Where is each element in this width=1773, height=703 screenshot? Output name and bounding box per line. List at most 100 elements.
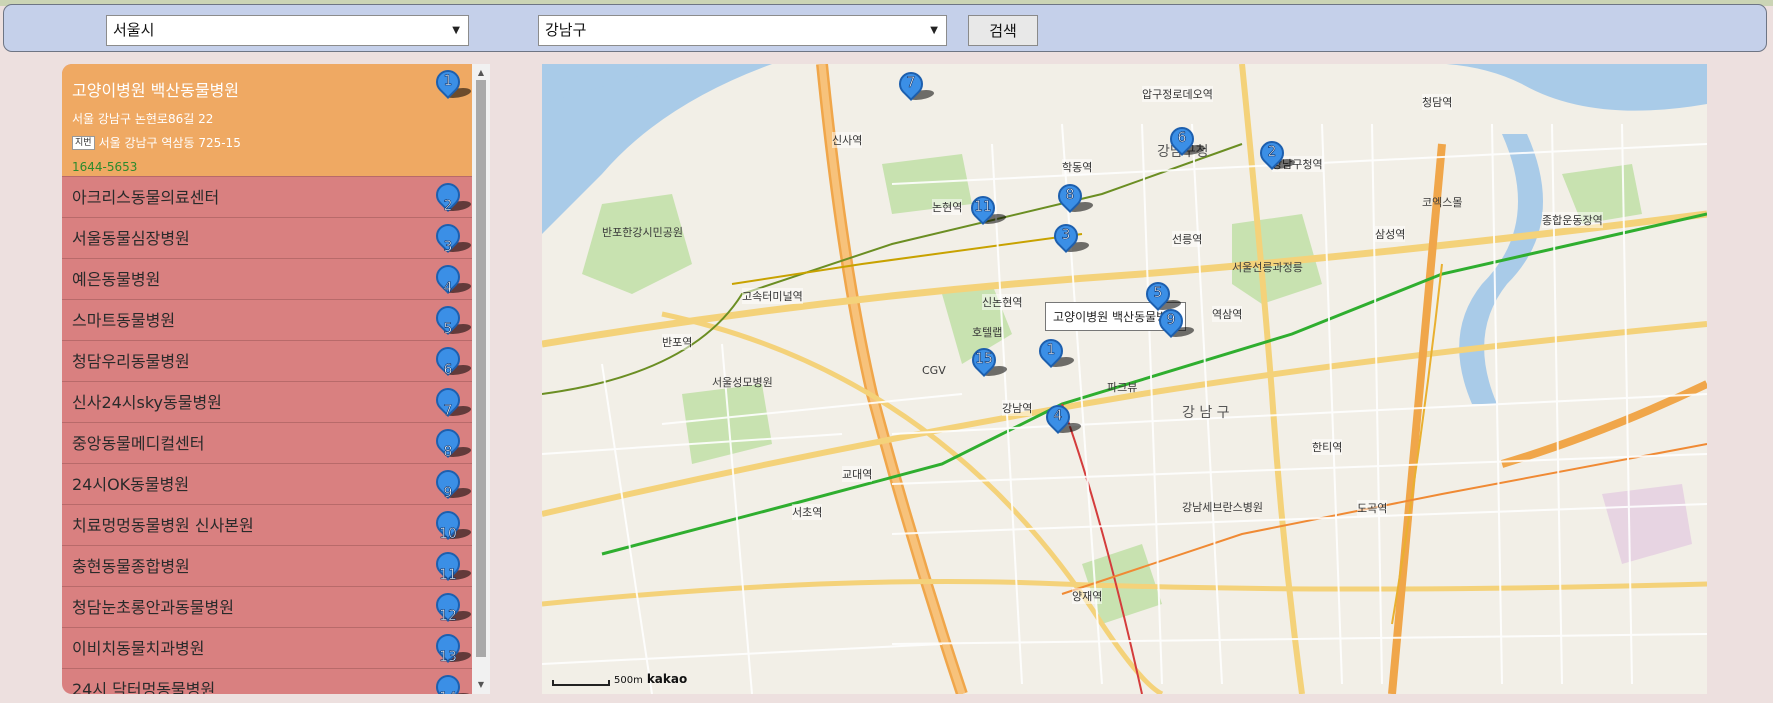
list-item[interactable]: 신사24시sky동물병원 7 (62, 382, 472, 423)
marker-pin-icon: 5 (431, 301, 472, 346)
map-label: 서울성모병원 (712, 376, 773, 389)
scale-label: 500m (614, 675, 643, 686)
map-label: 강남세브란스병원 (1182, 501, 1263, 514)
hospital-name: 서울동물심장병원 (72, 229, 190, 248)
marker-pin-icon: 4 (431, 260, 472, 305)
list-item[interactable]: 청담눈초롱안과동물병원 12 (62, 587, 472, 628)
search-bar: 서울시 ▼ 강남구 ▼ 검색 (3, 4, 1767, 52)
map-marker-pin-icon[interactable]: 2 (1255, 136, 1299, 181)
list-item-selected[interactable]: 고양이병원 백산동물병원 서울 강남구 논현로86길 22 지번 서울 강남구 … (62, 64, 472, 177)
map-label: 압구정로데오역 (1142, 86, 1213, 102)
list-item[interactable]: 24시 닥터멍동물병원 14 (62, 669, 472, 694)
jibun-badge: 지번 (72, 135, 95, 150)
hospital-name: 신사24시sky동물병원 (72, 393, 222, 412)
city-select-value: 서울시 (113, 21, 155, 39)
marker-pin-icon: 10 (431, 506, 472, 551)
scroll-up-arrow-icon[interactable]: ▲ (472, 66, 490, 80)
map-label: 논현역 (932, 199, 963, 215)
hospital-name: 스마트동물병원 (72, 311, 176, 330)
marker-pin-icon: 1 (431, 65, 472, 110)
hospital-name: 중앙동물메디컬센터 (72, 434, 205, 453)
map-marker-pin-icon[interactable]: 11 (966, 191, 1010, 236)
map-marker-pin-icon[interactable]: 4 (1041, 400, 1085, 445)
map-label: 종합운동장역 (1542, 212, 1603, 228)
result-list-panel: 고양이병원 백산동물병원 서울 강남구 논현로86길 22 지번 서울 강남구 … (62, 64, 490, 694)
marker-pin-icon: 14 (431, 670, 472, 694)
map-scale: 500m kakao (552, 672, 687, 686)
map-label: 파크뷰 (1107, 381, 1138, 394)
scroll-down-arrow-icon[interactable]: ▼ (472, 678, 490, 692)
map-label: 강남역 (1002, 400, 1033, 416)
list-item[interactable]: 예은동물병원 4 (62, 259, 472, 300)
search-button[interactable]: 검색 (968, 15, 1038, 46)
hospital-name: 24시OK동물병원 (72, 475, 190, 494)
list-item[interactable]: 24시OK동물병원 9 (62, 464, 472, 505)
hospital-name: 이비치동물치과병원 (72, 639, 205, 658)
list-item[interactable]: 이비치동물치과병원 13 (62, 628, 472, 669)
map-view[interactable]: 강남구청 강 남 구 강남역 역삼역 신사역 논현역 학동역 강남구청역 선릉역… (542, 64, 1707, 694)
list-item[interactable]: 치료멍멍동물병원 신사본원 10 (62, 505, 472, 546)
map-label: 서울선릉과정릉 (1232, 261, 1303, 274)
map-marker-pin-icon[interactable]: 1 (1034, 334, 1078, 379)
jibun-address-row: 지번 서울 강남구 역삼동 725-15 (72, 134, 472, 151)
map-label: 반포한강시민공원 (602, 226, 683, 239)
map-label: 교대역 (842, 466, 873, 482)
hospital-name: 청담눈초롱안과동물병원 (72, 598, 234, 617)
marker-pin-icon: 3 (431, 219, 472, 264)
list-item[interactable]: 청담우리동물병원 6 (62, 341, 472, 382)
map-label: 코엑스몰 (1422, 196, 1463, 209)
scale-bar (552, 680, 610, 686)
jibun-address: 서울 강남구 역삼동 725-15 (98, 136, 241, 150)
marker-pin-icon: 6 (431, 342, 472, 387)
list-item[interactable]: 중앙동물메디컬센터 8 (62, 423, 472, 464)
hospital-name: 고양이병원 백산동물병원 (72, 81, 240, 100)
map-label: 양재역 (1072, 588, 1103, 604)
map-marker-pin-icon[interactable]: 9 (1154, 304, 1198, 349)
city-select[interactable]: 서울시 ▼ (106, 15, 469, 46)
map-marker-pin-icon[interactable]: 3 (1049, 219, 1093, 264)
chevron-down-icon: ▼ (452, 25, 460, 36)
map-label: 학동역 (1062, 159, 1093, 175)
map-label: 고속터미널역 (742, 288, 803, 304)
map-label: 호텔랩 (972, 326, 1003, 339)
hospital-name: 예은동물병원 (72, 270, 161, 289)
map-marker-pin-icon[interactable]: 7 (894, 67, 938, 112)
hospital-name: 충현동물종합병원 (72, 557, 190, 576)
map-label: 청담역 (1422, 94, 1453, 110)
map-label: 강 남 구 (1182, 405, 1230, 421)
map-label: 신논현역 (982, 294, 1023, 310)
marker-pin-icon: 8 (431, 424, 472, 469)
marker-pin-icon: 13 (431, 629, 472, 674)
map-label: 반포역 (662, 334, 693, 350)
map-label: 서초역 (792, 504, 823, 520)
map-label: 한티역 (1312, 439, 1343, 455)
list-item[interactable]: 서울동물심장병원 3 (62, 218, 472, 259)
marker-pin-icon: 12 (431, 588, 472, 633)
road-address: 서울 강남구 논현로86길 22 (72, 112, 214, 126)
result-list: 고양이병원 백산동물병원 서울 강남구 논현로86길 22 지번 서울 강남구 … (62, 64, 472, 694)
map-label: CGV (922, 364, 946, 377)
chevron-down-icon: ▼ (930, 25, 938, 36)
list-item[interactable]: 아크리스동물의료센터 2 (62, 177, 472, 218)
marker-pin-icon: 2 (431, 178, 472, 223)
map-marker-pin-icon[interactable]: 6 (1165, 122, 1209, 167)
map-label: 삼성역 (1375, 226, 1406, 242)
hospital-name: 24시 닥터멍동물병원 (72, 680, 216, 694)
hospital-name: 치료멍멍동물병원 신사본원 (72, 516, 254, 535)
list-item[interactable]: 스마트동물병원 5 (62, 300, 472, 341)
map-marker-pin-icon[interactable]: 8 (1053, 179, 1097, 224)
district-select[interactable]: 강남구 ▼ (538, 15, 947, 46)
district-select-value: 강남구 (545, 21, 587, 39)
map-marker-pin-icon[interactable]: 15 (967, 343, 1011, 388)
list-scrollbar[interactable]: ▲ ▼ (472, 64, 490, 694)
kakao-logo: kakao (646, 672, 688, 686)
map-label: 역삼역 (1212, 306, 1243, 322)
map-label: 선릉역 (1172, 231, 1203, 247)
scroll-thumb[interactable] (476, 80, 486, 657)
hospital-name: 아크리스동물의료센터 (72, 188, 220, 207)
marker-pin-icon: 9 (431, 465, 472, 510)
marker-pin-icon: 7 (431, 383, 472, 428)
phone-number: 1644-5653 (72, 160, 138, 174)
hospital-name: 청담우리동물병원 (72, 352, 190, 371)
list-item[interactable]: 충현동물종합병원 11 (62, 546, 472, 587)
